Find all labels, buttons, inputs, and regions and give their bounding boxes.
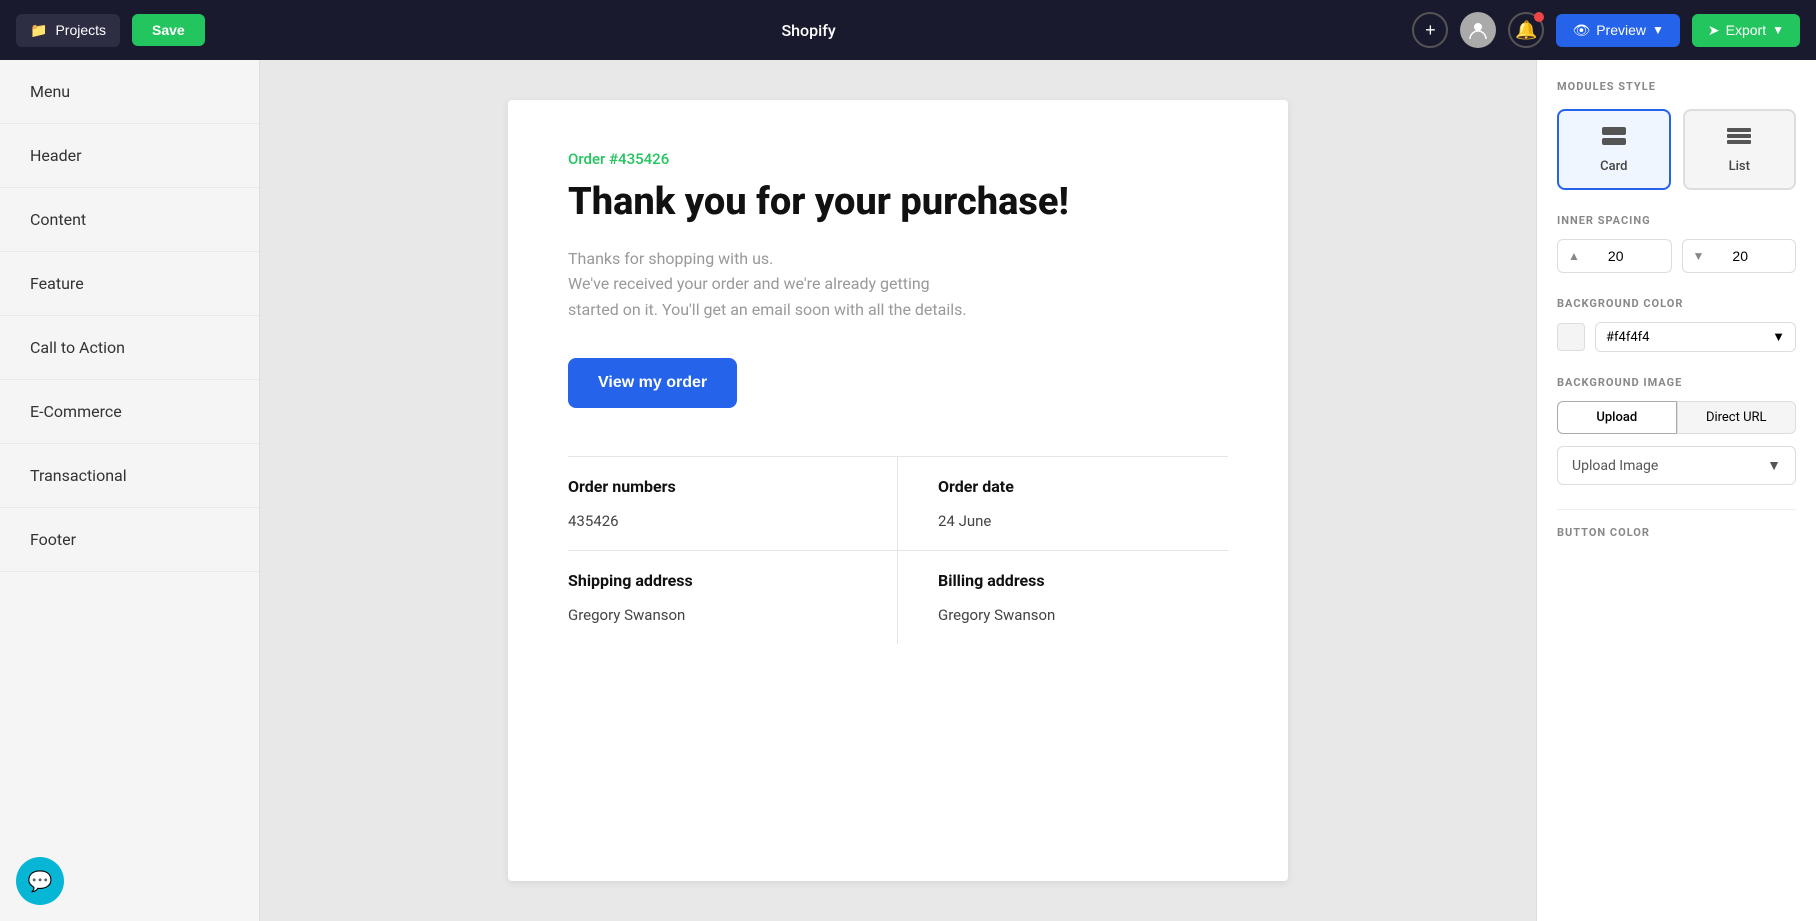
desc-line2: We've received your order and we're alre… xyxy=(568,274,930,293)
sidebar-item-content[interactable]: Content xyxy=(0,188,259,252)
view-order-button[interactable]: View my order xyxy=(568,358,737,408)
sidebar-item-e-commerce[interactable]: E-Commerce xyxy=(0,380,259,444)
sidebar-item-footer[interactable]: Footer xyxy=(0,508,259,572)
upload-dropdown-arrow-icon: ▼ xyxy=(1767,457,1781,474)
avatar xyxy=(1460,12,1496,48)
export-label: Export xyxy=(1726,22,1766,38)
email-card: Order #435426 Thank you for your purchas… xyxy=(508,100,1288,881)
notifications-button[interactable]: 🔔 xyxy=(1508,12,1544,48)
bg-color-select[interactable]: #f4f4f4 ▼ xyxy=(1595,322,1796,352)
down-arrow-icon: ▼ xyxy=(1693,249,1705,263)
main-layout: Menu Header Content Feature Call to Acti… xyxy=(0,60,1816,921)
list-icon xyxy=(1695,125,1785,153)
eye-icon: 👁 xyxy=(1572,22,1590,39)
sidebar: Menu Header Content Feature Call to Acti… xyxy=(0,60,260,921)
projects-button[interactable]: 📁 Projects xyxy=(16,14,120,47)
list-label: List xyxy=(1695,159,1785,174)
upload-tab[interactable]: Upload xyxy=(1557,401,1677,434)
sidebar-item-transactional[interactable]: Transactional xyxy=(0,444,259,508)
order-numbers-section: Order numbers 435426 xyxy=(568,456,898,550)
right-panel: MODULES STYLE Card List INNER SPACING ▲ xyxy=(1536,60,1816,921)
desc-line3: started on it. You'll get an email soon … xyxy=(568,300,967,319)
chat-button[interactable]: 💬 xyxy=(16,857,64,905)
spacing-top-input[interactable]: ▲ xyxy=(1557,239,1672,273)
dropdown-arrow-icon: ▼ xyxy=(1772,329,1785,345)
folder-icon: 📁 xyxy=(30,22,47,39)
shipping-address-value: Gregory Swanson xyxy=(568,606,857,624)
order-numbers-value: 435426 xyxy=(568,512,857,530)
inner-spacing-title: INNER SPACING xyxy=(1557,214,1796,227)
shipping-address-label: Shipping address xyxy=(568,571,857,590)
spacing-top-field[interactable] xyxy=(1586,248,1661,264)
billing-address-section: Billing address Gregory Swanson xyxy=(898,550,1228,644)
preview-button[interactable]: 👁 Preview ▼ xyxy=(1556,14,1679,47)
projects-label: Projects xyxy=(55,22,106,38)
button-color-title: BUTTON COLOR xyxy=(1557,526,1796,539)
export-button[interactable]: ➤ Export ▼ xyxy=(1692,14,1800,47)
order-numbers-label: Order numbers xyxy=(568,477,857,496)
save-button[interactable]: Save xyxy=(132,14,205,46)
bg-image-title: BACKGROUND IMAGE xyxy=(1557,376,1796,389)
spacing-bottom-input[interactable]: ▼ xyxy=(1682,239,1797,273)
module-card-option[interactable]: Card xyxy=(1557,109,1671,190)
section-divider xyxy=(1557,509,1796,510)
export-dropdown-arrow: ▼ xyxy=(1772,23,1784,37)
canvas-area: Order #435426 Thank you for your purchas… xyxy=(260,60,1536,921)
modules-style-title: MODULES STYLE xyxy=(1557,80,1796,93)
spacing-bottom-field[interactable] xyxy=(1710,248,1785,264)
card-icon xyxy=(1569,125,1659,153)
bg-image-tabs: Upload Direct URL xyxy=(1557,401,1796,434)
sidebar-item-feature[interactable]: Feature xyxy=(0,252,259,316)
sidebar-bottom: 💬 xyxy=(0,841,259,921)
up-arrow-icon: ▲ xyxy=(1568,249,1580,263)
card-label: Card xyxy=(1569,159,1659,174)
purchase-title: Thank you for your purchase! xyxy=(568,180,1228,226)
bg-color-title: BACKGROUND COLOR xyxy=(1557,297,1796,310)
preview-label: Preview xyxy=(1596,22,1646,38)
export-icon: ➤ xyxy=(1708,22,1720,39)
order-date-label: Order date xyxy=(938,477,1228,496)
preview-dropdown-arrow: ▼ xyxy=(1652,23,1664,37)
sidebar-item-menu[interactable]: Menu xyxy=(0,60,259,124)
billing-address-value: Gregory Swanson xyxy=(938,606,1228,624)
notification-dot xyxy=(1534,12,1544,22)
app-title: Shopify xyxy=(217,21,1401,40)
sidebar-item-header[interactable]: Header xyxy=(0,124,259,188)
chat-icon: 💬 xyxy=(28,869,53,893)
order-details-grid: Order numbers 435426 Order date 24 June … xyxy=(568,456,1228,644)
module-list-option[interactable]: List xyxy=(1683,109,1797,190)
bg-color-swatch[interactable] xyxy=(1557,323,1585,351)
bg-color-value: #f4f4f4 xyxy=(1606,330,1649,345)
order-label: Order #435426 xyxy=(568,150,1228,168)
sidebar-item-call-to-action[interactable]: Call to Action xyxy=(0,316,259,380)
topbar: 📁 Projects Save Shopify + 🔔 👁 Preview ▼ … xyxy=(0,0,1816,60)
inner-spacing-row: ▲ ▼ xyxy=(1557,239,1796,273)
bg-color-row: #f4f4f4 ▼ xyxy=(1557,322,1796,352)
purchase-description: Thanks for shopping with us. We've recei… xyxy=(568,246,1228,323)
billing-address-label: Billing address xyxy=(938,571,1228,590)
add-button[interactable]: + xyxy=(1412,12,1448,48)
shipping-address-section: Shipping address Gregory Swanson xyxy=(568,550,898,644)
order-date-value: 24 June xyxy=(938,512,1228,530)
upload-image-label: Upload Image xyxy=(1572,458,1658,474)
modules-style-grid: Card List xyxy=(1557,109,1796,190)
desc-line1: Thanks for shopping with us. xyxy=(568,249,773,268)
direct-url-tab[interactable]: Direct URL xyxy=(1677,401,1797,434)
upload-image-select[interactable]: Upload Image ▼ xyxy=(1557,446,1796,485)
order-date-section: Order date 24 June xyxy=(898,456,1228,550)
topbar-actions: + 🔔 👁 Preview ▼ ➤ Export ▼ xyxy=(1412,12,1800,48)
